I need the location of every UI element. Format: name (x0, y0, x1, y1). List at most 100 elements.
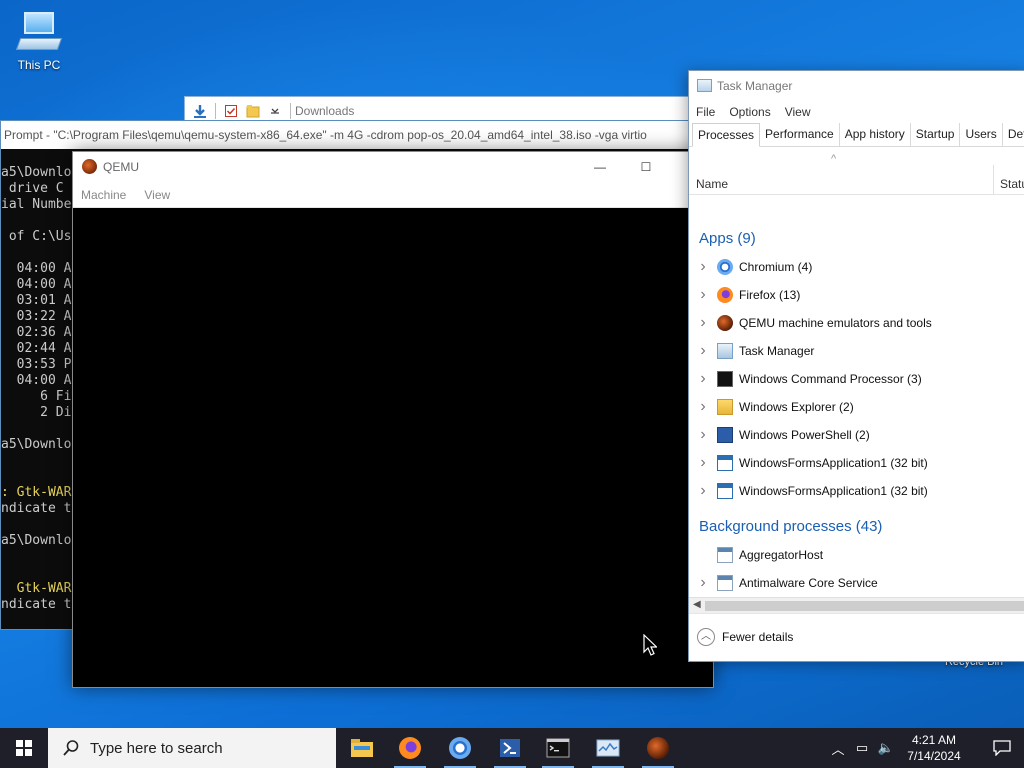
menu-view[interactable]: View (785, 105, 811, 119)
cmd-line: 03:22 AM (1, 309, 80, 324)
cmd-line: a5\Downloa (1, 165, 80, 180)
menu-machine[interactable]: Machine (81, 188, 126, 202)
process-row[interactable]: › Chromium (4) (689, 253, 1024, 281)
menu-file[interactable]: File (696, 105, 715, 119)
taskbar-task-manager[interactable] (584, 728, 632, 768)
column-status[interactable]: Statu (1000, 177, 1024, 191)
cmd-line: 03:01 AM (1, 293, 80, 308)
expand-chevron-icon[interactable]: › (689, 314, 717, 332)
horizontal-scrollbar[interactable]: ◀ (689, 597, 1024, 613)
process-row[interactable]: › Windows Explorer (2) (689, 393, 1024, 421)
cmd-line: 04:00 AM (1, 277, 80, 292)
cmd-line (1, 565, 81, 581)
qemu-icon (647, 737, 669, 759)
process-name: WindowsFormsApplication1 (32 bit) (739, 456, 928, 470)
column-divider[interactable] (993, 165, 994, 195)
cmd-line: drive C h (1, 181, 80, 196)
cmd-line (1, 517, 81, 533)
qemu-titlebar[interactable]: QEMU — ☐ ✕ (73, 152, 713, 182)
volume-muted-icon[interactable]: 🔈 (874, 740, 898, 756)
expand-chevron-icon[interactable]: › (689, 370, 717, 388)
minimize-button[interactable]: — (577, 152, 623, 182)
taskbar-cmd[interactable] (534, 728, 582, 768)
clock[interactable]: 4:21 AM 7/14/2024 (898, 732, 970, 764)
notification-center-button[interactable] (980, 728, 1024, 768)
expand-chevron-icon[interactable]: › (689, 454, 717, 472)
qemu-window[interactable]: QEMU — ☐ ✕ Machine View (72, 151, 714, 688)
expand-chevron-icon[interactable]: › (689, 426, 717, 444)
download-arrow-icon[interactable] (193, 104, 207, 118)
process-name: AggregatorHost (739, 548, 824, 562)
tab-startup[interactable]: Startup (911, 123, 961, 147)
qemu-icon (717, 315, 733, 331)
taskbar-powershell[interactable] (486, 728, 534, 768)
expand-chevron-icon[interactable]: › (689, 258, 717, 276)
menu-options[interactable]: Options (729, 105, 770, 119)
powershell-icon (500, 739, 520, 757)
taskbar-search[interactable] (48, 728, 336, 768)
maximize-button[interactable]: ☐ (623, 152, 669, 182)
process-row[interactable]: AggregatorHost (689, 541, 1024, 569)
expand-chevron-icon[interactable]: › (689, 574, 717, 592)
desktop-icon-this-pc[interactable]: This PC (1, 8, 77, 72)
cmd-line: Gtk-WARN (1, 581, 80, 596)
process-row[interactable]: › Task Manager (689, 337, 1024, 365)
scrollbar-thumb[interactable] (705, 601, 1024, 611)
expand-chevron-icon[interactable]: › (689, 482, 717, 500)
process-name: Antimalware Core Service (739, 576, 878, 590)
cmd-line: ndicate th (1, 501, 80, 516)
process-name: Firefox (13) (739, 288, 801, 302)
process-row[interactable]: › Windows Command Processor (3) (689, 365, 1024, 393)
search-input[interactable] (90, 739, 310, 757)
process-row[interactable]: › Firefox (13) (689, 281, 1024, 309)
cmd-line: ial Numbe (1, 197, 72, 212)
process-row[interactable]: › QEMU machine emulators and tools (689, 309, 1024, 337)
cmd-line: of C:\Use (1, 229, 80, 244)
task-manager-window[interactable]: Task Manager File Options View Processes… (688, 70, 1024, 662)
customize-dropdown-icon[interactable] (268, 104, 282, 118)
tab-performance[interactable]: Performance (760, 123, 840, 147)
tab-users[interactable]: Users (960, 123, 1003, 147)
column-header: ^ Name Statu (689, 147, 1024, 195)
process-row[interactable]: › Windows PowerShell (2) (689, 421, 1024, 449)
expand-chevron-icon[interactable]: › (689, 342, 717, 360)
task-manager-titlebar[interactable]: Task Manager (689, 71, 1024, 101)
process-row[interactable]: › WindowsFormsApplication1 (32 bit) (689, 477, 1024, 505)
fewer-details-button[interactable]: ︿ Fewer details (697, 628, 793, 646)
tab-processes[interactable]: Processes (692, 123, 761, 147)
expand-chevron-icon[interactable]: › (689, 398, 717, 416)
taskbar-chromium[interactable] (436, 728, 484, 768)
desktop-icon-label: This PC (17, 58, 61, 72)
tab-details[interactable]: Deta (1003, 123, 1024, 147)
taskbar: ︿ ▭ 🔈 4:21 AM 7/14/2024 (0, 728, 1024, 768)
chevron-up-icon[interactable]: ︿ (826, 739, 850, 758)
chevron-up-icon: ︿ (697, 628, 715, 646)
clock-date: 7/14/2024 (907, 749, 961, 763)
quick-access-toolbar (193, 103, 291, 119)
process-row[interactable]: › Antimalware Core Service (689, 569, 1024, 597)
properties-icon[interactable] (224, 104, 238, 118)
taskbar-firefox[interactable] (386, 728, 434, 768)
tab-app-history[interactable]: App history (840, 123, 911, 147)
process-name: QEMU machine emulators and tools (739, 316, 932, 330)
network-icon[interactable]: ▭ (850, 740, 874, 756)
cmd-line: a5\Downloa (1, 437, 80, 452)
cmd-line: 04:00 AM (1, 373, 80, 388)
new-folder-icon[interactable] (246, 104, 260, 118)
task-manager-tabs: Processes Performance App history Startu… (689, 123, 1024, 147)
taskbar-qemu[interactable] (634, 728, 682, 768)
cmd-line: 03:53 PM (1, 357, 80, 372)
expand-chevron-icon[interactable]: › (689, 286, 717, 304)
form-app-icon (717, 483, 733, 499)
taskbar-file-explorer[interactable] (338, 728, 386, 768)
explorer-title: Downloads (295, 104, 355, 118)
task-manager-icon (596, 739, 620, 757)
process-row[interactable]: › WindowsFormsApplication1 (32 bit) (689, 449, 1024, 477)
column-name[interactable]: Name (696, 177, 728, 191)
task-manager-title: Task Manager (717, 79, 793, 93)
menu-view[interactable]: View (144, 188, 170, 202)
start-button[interactable] (0, 728, 48, 768)
task-manager-menubar: File Options View (689, 101, 1024, 123)
qemu-display[interactable] (73, 208, 713, 687)
scroll-left-icon[interactable]: ◀ (693, 599, 701, 610)
